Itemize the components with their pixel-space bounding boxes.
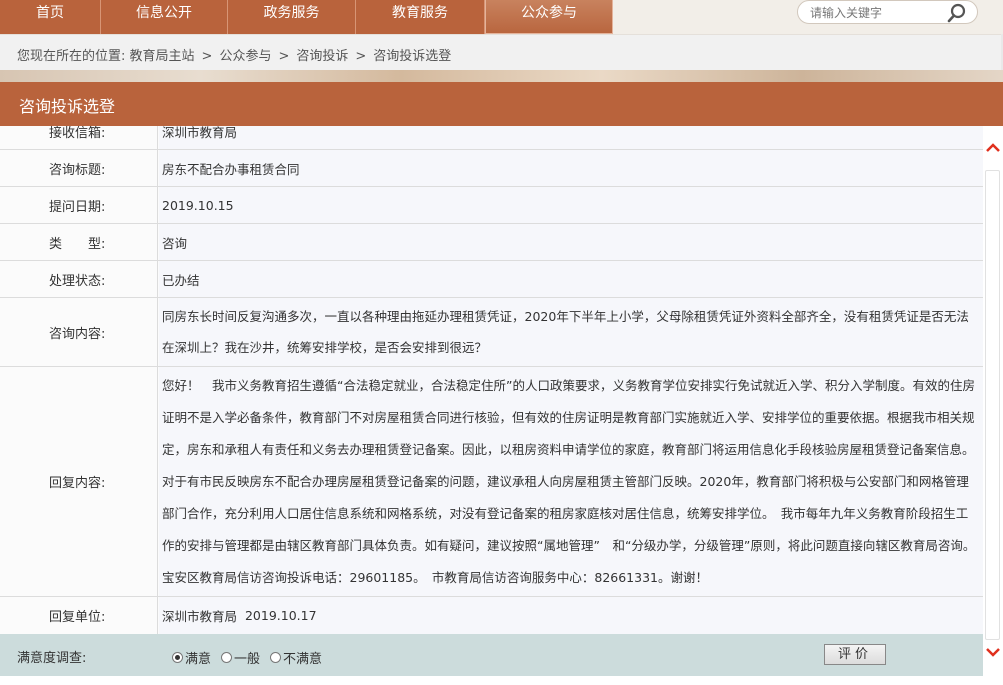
nav-item-public-participation[interactable]: 公众参与 bbox=[485, 0, 613, 34]
radio-neutral[interactable] bbox=[221, 652, 233, 663]
detail-row-content: 咨询内容: 同房东长时间反复沟通多次，一直以各种理由拖延办理租赁凭证，2020年… bbox=[0, 298, 983, 367]
status-text: 已办结 bbox=[162, 272, 200, 288]
date-label: 提问日期: bbox=[0, 187, 158, 223]
radio-satisfied[interactable] bbox=[172, 652, 183, 663]
breadcrumb-link-consult-complaint[interactable]: 咨询投诉 bbox=[296, 49, 348, 64]
reply-text: 您好！ 我市义务教育招生遵循“合法稳定就业，合法稳定住所”的人口政策要求，义务教… bbox=[162, 377, 976, 585]
subject-label: 咨询标题: bbox=[0, 150, 158, 186]
scroll-down-chevron-icon[interactable] bbox=[983, 644, 1003, 662]
subject-text: 房东不配合办事租赁合同 bbox=[162, 161, 300, 177]
breadcrumb-prefix: 您现在所在的位置: bbox=[17, 49, 130, 64]
type-value: 咨询 bbox=[159, 224, 983, 260]
type-label: 类 型: bbox=[0, 224, 158, 260]
option-satisfied[interactable]: 满意 bbox=[172, 648, 211, 667]
receiver-label: 接收信箱: bbox=[0, 126, 158, 149]
subject-value: 房东不配合办事租赁合同 bbox=[159, 150, 983, 186]
content-value: 同房东长时间反复沟通多次，一直以各种理由拖延办理租赁凭证，2020年下半年上小学… bbox=[159, 298, 983, 366]
nav-item-home[interactable]: 首页 bbox=[0, 0, 101, 34]
reply-date-text: 2019.10.17 bbox=[244, 608, 317, 623]
breadcrumb-separator: > bbox=[201, 49, 213, 64]
option-satisfied-label: 满意 bbox=[185, 652, 212, 667]
option-dissatisfied[interactable]: 不满意 bbox=[270, 648, 322, 667]
option-neutral-label: 一般 bbox=[234, 652, 261, 667]
breadcrumb: 您现在所在的位置: 教育局主站 > 公众参与 > 咨询投诉 > 咨询投诉选登 bbox=[17, 45, 451, 64]
receiver-value: 深圳市教育局 bbox=[159, 126, 983, 149]
breadcrumb-separator: > bbox=[278, 49, 290, 64]
nav-item-education-services[interactable]: 教育服务 bbox=[356, 0, 485, 34]
scrollbar-track[interactable] bbox=[985, 170, 1000, 640]
status-value: 已办结 bbox=[159, 261, 983, 297]
detail-row-subject: 咨询标题: 房东不配合办事租赁合同 bbox=[0, 150, 983, 187]
content-text: 同房东长时间反复沟通多次，一直以各种理由拖延办理租赁凭证，2020年下半年上小学… bbox=[162, 308, 969, 356]
breadcrumb-link-home[interactable]: 教育局主站 bbox=[130, 49, 195, 64]
reply-unit-text: 深圳市教育局 bbox=[162, 609, 238, 624]
satisfaction-survey-bar: 满意度调查: 满意 一般 不满意 评价 bbox=[0, 634, 983, 676]
detail-row-receiver: 接收信箱: 深圳市教育局 bbox=[0, 126, 983, 150]
radio-dissatisfied[interactable] bbox=[270, 652, 282, 663]
content-label: 咨询内容: bbox=[0, 298, 158, 366]
detail-row-status: 处理状态: 已办结 bbox=[0, 261, 983, 298]
decorative-banner-strip bbox=[0, 70, 1003, 82]
option-neutral[interactable]: 一般 bbox=[221, 648, 260, 667]
nav-item-info-disclosure[interactable]: 信息公开 bbox=[101, 0, 228, 34]
reply-value: 您好！ 我市义务教育招生遵循“合法稳定就业，合法稳定住所”的人口政策要求，义务教… bbox=[159, 367, 983, 596]
main-nav-bar: 首页 信息公开 政务服务 教育服务 公众参与 bbox=[0, 0, 613, 34]
top-navigation: 首页 信息公开 政务服务 教育服务 公众参与 bbox=[0, 0, 1003, 34]
breadcrumb-bar: 您现在所在的位置: 教育局主站 > 公众参与 > 咨询投诉 > 咨询投诉选登 bbox=[0, 34, 1003, 71]
date-text: 2019.10.15 bbox=[162, 197, 234, 213]
receiver-text: 深圳市教育局 bbox=[162, 126, 238, 140]
rate-button[interactable]: 评价 bbox=[824, 644, 886, 665]
type-text: 咨询 bbox=[162, 235, 188, 251]
status-label: 处理状态: bbox=[0, 261, 158, 297]
content-scrollbar[interactable] bbox=[983, 126, 1003, 676]
detail-row-reply: 回复内容: 您好！ 我市义务教育招生遵循“合法稳定就业，合法稳定住所”的人口政策… bbox=[0, 367, 983, 597]
reply-unit-value: 深圳市教育局 2019.10.17 bbox=[159, 597, 983, 634]
breadcrumb-link-public-participation[interactable]: 公众参与 bbox=[219, 49, 271, 64]
detail-row-type: 类 型: 咨询 bbox=[0, 224, 983, 261]
reply-unit-label: 回复单位: bbox=[0, 597, 158, 634]
detail-table: 接收信箱: 深圳市教育局 咨询标题: 房东不配合办事租赁合同 提问日期: 201… bbox=[0, 126, 983, 634]
satisfaction-label: 满意度调查: bbox=[17, 651, 87, 666]
scroll-up-chevron-icon[interactable] bbox=[983, 138, 1003, 156]
breadcrumb-current: 咨询投诉选登 bbox=[373, 49, 452, 64]
search-input[interactable] bbox=[808, 3, 944, 23]
satisfaction-options: 满意 一般 不满意 bbox=[172, 648, 332, 667]
nav-item-government-services[interactable]: 政务服务 bbox=[228, 0, 356, 34]
option-dissatisfied-label: 不满意 bbox=[283, 652, 323, 667]
breadcrumb-separator: > bbox=[355, 49, 367, 64]
page-title: 咨询投诉选登 bbox=[19, 97, 116, 116]
search-box bbox=[797, 0, 978, 24]
detail-row-reply-unit: 回复单位: 深圳市教育局 2019.10.17 bbox=[0, 597, 983, 634]
detail-row-date: 提问日期: 2019.10.15 bbox=[0, 187, 983, 224]
search-icon[interactable] bbox=[946, 2, 968, 24]
section-header: 咨询投诉选登 bbox=[0, 82, 1003, 126]
reply-label: 回复内容: bbox=[0, 367, 158, 596]
date-value: 2019.10.15 bbox=[159, 187, 983, 223]
